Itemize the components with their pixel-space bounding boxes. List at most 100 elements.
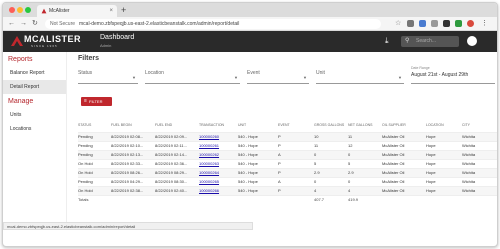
cell-fuel-end: 8/22/2019 02:11...	[155, 140, 199, 150]
menu-icon[interactable]: ⋮	[481, 19, 488, 29]
cell-unit: 540 - Hope	[238, 167, 278, 177]
column-header[interactable]: FUEL END	[155, 118, 199, 132]
transaction-link[interactable]: 100000264	[199, 167, 238, 177]
new-tab-icon[interactable]: +	[121, 4, 126, 16]
column-header[interactable]: CITY	[462, 118, 497, 132]
chevron-down-icon: ▼	[303, 75, 307, 80]
empty-cell	[278, 194, 314, 204]
transaction-link[interactable]: 100000266	[199, 185, 238, 195]
cell-fuel-end: 8/22/2019 02:14...	[155, 149, 199, 159]
cell-fuel-begin: 8/22/2019 02:13...	[111, 149, 155, 159]
filter-icon: ≡	[84, 98, 87, 104]
cell-net-gallons: 4	[348, 185, 382, 195]
column-header[interactable]: GROSS GALLONS	[314, 118, 348, 132]
transaction-link[interactable]: 100000261	[199, 140, 238, 150]
totals-row: Totals 407.7 419.9	[78, 194, 497, 204]
profile-icon[interactable]	[467, 20, 474, 27]
transaction-link[interactable]: 100000262	[199, 149, 238, 159]
maximize-window-button[interactable]	[25, 7, 31, 13]
transaction-link[interactable]: 100000265	[199, 176, 238, 186]
event-filter-label: Event	[247, 70, 260, 76]
column-header[interactable]: OIL SUPPLIER	[382, 118, 426, 132]
cell-city: Wichita	[462, 176, 497, 186]
app-subtitle: Admin	[100, 43, 112, 48]
extension-icon[interactable]	[431, 20, 438, 27]
cell-status: On Hold	[78, 185, 111, 195]
cell-location: Hope	[426, 140, 462, 150]
transaction-link[interactable]: 100000263	[199, 158, 238, 168]
totals-gross-gallons: 407.7	[314, 194, 348, 204]
forward-icon[interactable]: →	[20, 19, 27, 29]
column-header[interactable]: FUEL BEGIN	[111, 118, 155, 132]
cell-city: Wichita	[462, 140, 497, 150]
cell-net-gallons: 11	[348, 131, 382, 141]
logo[interactable]: MCALISTER SINCE 1965	[11, 34, 93, 49]
search-input[interactable]: ⚲ Search...	[401, 36, 459, 47]
bookmark-star-icon[interactable]: ☆	[395, 20, 402, 27]
browser-tab[interactable]: McAlister ×	[37, 5, 117, 17]
reload-icon[interactable]: ↻	[32, 19, 38, 29]
close-window-button[interactable]	[9, 7, 15, 13]
sidebar-item-detail-report[interactable]: Detail Report	[3, 80, 66, 94]
extension-icon[interactable]	[455, 20, 462, 27]
event-filter[interactable]: Event ▼	[247, 70, 309, 84]
cell-event: A	[278, 176, 314, 186]
user-avatar-icon[interactable]	[467, 36, 477, 46]
chevron-down-icon: ▼	[398, 75, 402, 80]
table-row[interactable]: Pending 8/22/2019 02:10... 8/22/2019 02:…	[78, 140, 497, 150]
cell-net-gallons: 2.9	[348, 167, 382, 177]
cell-gross-gallons: 2.9	[314, 167, 348, 177]
transaction-link[interactable]: 100000260	[199, 131, 238, 141]
cell-fuel-end: 8/22/2019 08:29...	[155, 167, 199, 177]
column-header[interactable]: STATUS	[78, 118, 111, 132]
chevron-down-icon: ▼	[234, 75, 238, 80]
browser-window: McAlister × + ← → ↻ Not Secure mcal-demo.…	[2, 2, 498, 247]
location-filter[interactable]: Location ▼	[145, 70, 240, 84]
cell-location: Hope	[426, 131, 462, 141]
minimize-window-button[interactable]	[17, 7, 23, 13]
cell-unit: 540 - Hope	[238, 158, 278, 168]
column-header[interactable]: TRANSACTION	[199, 118, 238, 132]
cell-status: Pending	[78, 131, 111, 141]
chevron-down-icon: ▼	[132, 75, 136, 80]
column-header[interactable]: UNIT	[238, 118, 278, 132]
cell-net-gallons: 12	[348, 140, 382, 150]
cell-status: Pending	[78, 149, 111, 159]
table-row[interactable]: Pending 8/22/2019 04:29... 8/22/2019 08:…	[78, 176, 497, 186]
extension-icon[interactable]	[419, 20, 426, 27]
address-bar[interactable]: Not Secure mcal-demo.zbfspeqjb.us-east-2.…	[45, 19, 381, 29]
filter-button[interactable]: ≡ FILTER	[81, 97, 112, 106]
extension-icon[interactable]	[443, 20, 450, 27]
sidebar-item-balance-report[interactable]: Balance Report	[3, 66, 66, 80]
sidebar-item-locations[interactable]: Locations	[3, 122, 66, 136]
status-filter[interactable]: Status ▼	[78, 70, 138, 84]
table-row[interactable]: On Hold 8/22/2019 02:33... 8/22/2019 02:…	[78, 158, 497, 168]
tab-close-icon[interactable]: ×	[109, 5, 113, 17]
cell-fuel-begin: 8/22/2019 02:08...	[111, 131, 155, 141]
back-icon[interactable]: ←	[8, 19, 15, 29]
table-row[interactable]: Pending 8/22/2019 02:13... 8/22/2019 02:…	[78, 149, 497, 159]
app-title: Dashboard	[100, 34, 135, 41]
date-range-field[interactable]: Date Range August 21st - August 29th	[411, 66, 495, 84]
totals-net-gallons: 419.9	[348, 194, 382, 204]
cell-unit: 540 - Hope	[238, 140, 278, 150]
location-filter-label: Location	[145, 70, 164, 76]
totals-label: Totals	[78, 194, 111, 204]
column-header[interactable]: LOCATION	[426, 118, 462, 132]
download-icon[interactable]: ⤓	[385, 36, 389, 46]
cell-net-gallons: 5	[348, 158, 382, 168]
cell-unit: 540 - Hope	[238, 176, 278, 186]
cell-gross-gallons: 4	[314, 185, 348, 195]
unit-filter[interactable]: Unit ▼	[316, 70, 404, 84]
table-row[interactable]: On Hold 8/22/2019 02:38... 8/22/2019 02:…	[78, 185, 497, 195]
cell-event: P	[278, 131, 314, 141]
cell-city: Wichita	[462, 149, 497, 159]
table-row[interactable]: On Hold 8/22/2019 08:26... 8/22/2019 08:…	[78, 167, 497, 177]
column-header[interactable]: EVENT	[278, 118, 314, 132]
unit-filter-label: Unit	[316, 70, 325, 76]
extension-icon[interactable]	[407, 20, 414, 27]
cell-event: P	[278, 185, 314, 195]
column-header[interactable]: NET GALLONS	[348, 118, 382, 132]
sidebar-item-units[interactable]: Units	[3, 108, 66, 122]
table-row[interactable]: Pending 8/22/2019 02:08... 8/22/2019 02:…	[78, 131, 497, 141]
